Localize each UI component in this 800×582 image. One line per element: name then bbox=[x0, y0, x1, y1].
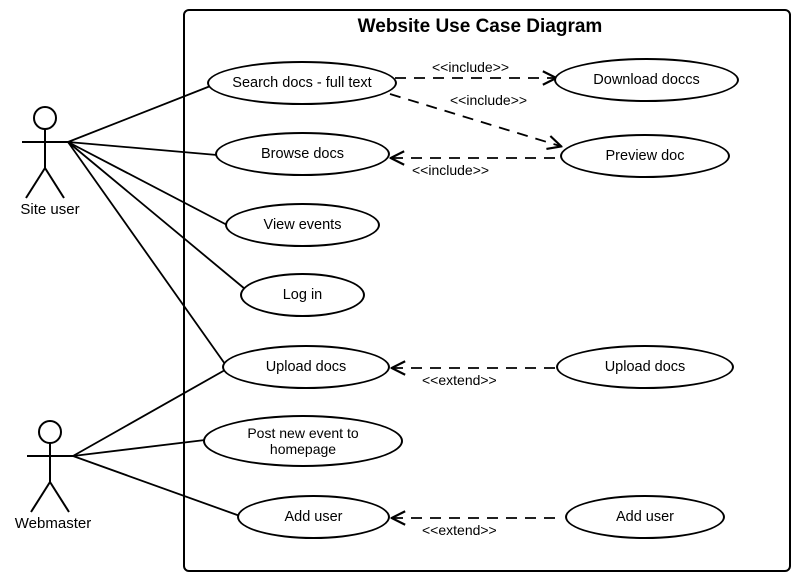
diagram-title: Website Use Case Diagram bbox=[320, 16, 640, 38]
usecase-upload-docs-right: Upload docs bbox=[556, 345, 734, 389]
actor-webmaster-figure bbox=[27, 421, 73, 512]
stereotype-extend-1: <<extend>> bbox=[422, 372, 497, 388]
usecase-log-in: Log in bbox=[240, 273, 365, 317]
usecase-browse-docs: Browse docs bbox=[215, 132, 390, 176]
stereotype-include-1: <<include>> bbox=[432, 59, 509, 75]
usecase-search-docs: Search docs - full text bbox=[207, 61, 397, 105]
usecase-add-user-right: Add user bbox=[565, 495, 725, 539]
usecase-post-event: Post new event to homepage bbox=[203, 415, 403, 467]
usecase-add-user-left: Add user bbox=[237, 495, 390, 539]
stereotype-include-2: <<include>> bbox=[450, 92, 527, 108]
usecase-download-doccs: Download doccs bbox=[554, 58, 739, 102]
actor-site-user-label: Site user bbox=[10, 201, 90, 218]
actor-webmaster-label: Webmaster bbox=[8, 515, 98, 532]
usecase-view-events: View events bbox=[225, 203, 380, 247]
usecase-upload-docs-left: Upload docs bbox=[222, 345, 390, 389]
usecase-preview-doc: Preview doc bbox=[560, 134, 730, 178]
stereotype-include-3: <<include>> bbox=[412, 162, 489, 178]
actor-site-user-figure bbox=[22, 107, 68, 198]
stereotype-extend-2: <<extend>> bbox=[422, 522, 497, 538]
